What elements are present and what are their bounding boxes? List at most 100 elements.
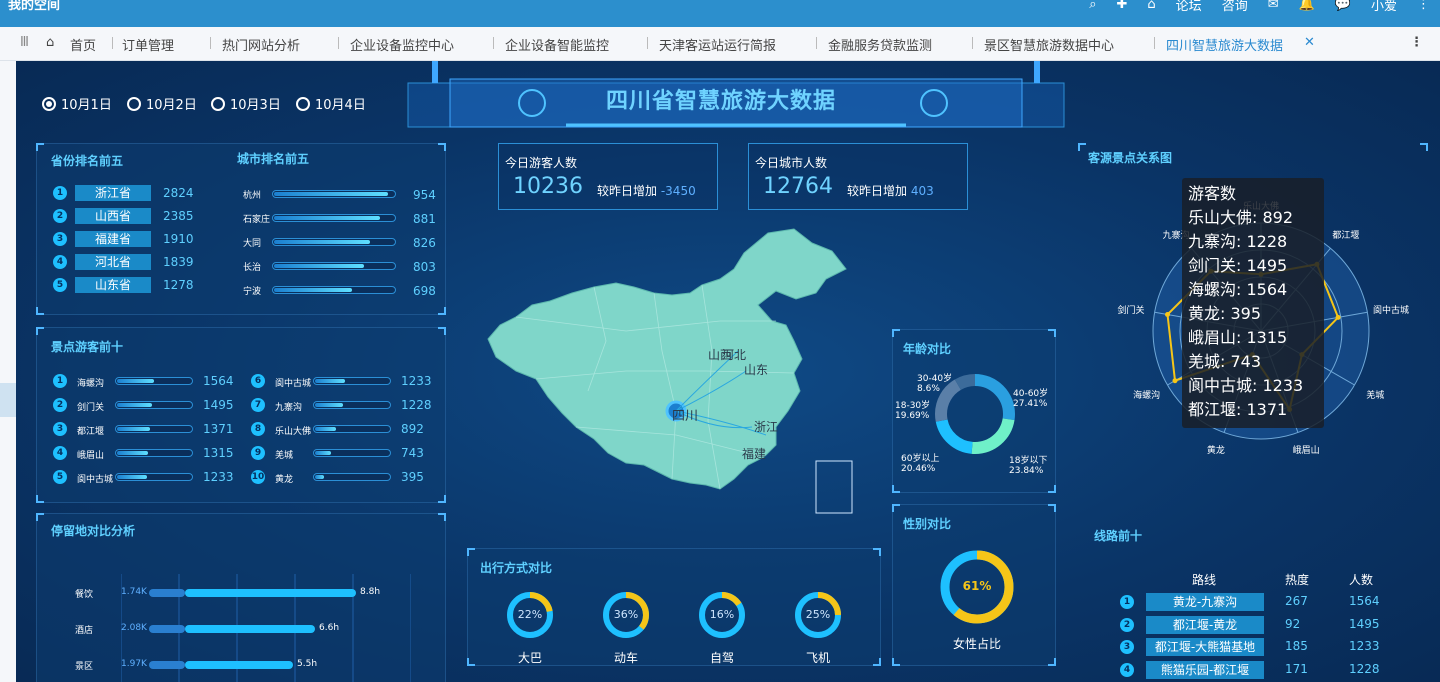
spot-value: 743 [401,446,424,460]
home-tab-icon[interactable]: ⌂ [46,35,54,50]
tab-sichuan[interactable]: 四川智慧旅游大数据 [1166,35,1283,54]
consult-link[interactable]: 咨询 [1222,0,1248,14]
user-name[interactable]: 小爱 [1371,0,1397,14]
spots-panel: 景点游客前十 1 海螺沟 1564 2 剑门关 1495 3 都江堰 1371 4 峨眉山 1315 5… [36,327,446,503]
spot-bar-fill [117,451,148,455]
province-name[interactable]: 山东省 [75,277,151,293]
spot-bar-fill [315,475,324,479]
city-name: 长治 [243,263,262,273]
home-icon[interactable]: ⌂ [1147,0,1155,12]
top-bar: 我的空间 ⌕ ✚ ⌂ 论坛 咨询 ✉ 🔔 💬 小爱 ⋮ [0,0,1440,27]
spot-name: 乐山大佛 [275,427,312,437]
city-bar-fill [274,288,352,292]
tab-hot-sites[interactable]: 热门网站分析 [222,35,300,54]
province-value: 1910 [163,232,194,246]
spot-value: 1233 [401,374,432,388]
more-tabs-icon[interactable]: ⋮ [1410,35,1423,50]
spot-bar-fill [117,403,152,407]
forum-link[interactable]: 论坛 [1176,0,1202,14]
stay-count: 1.97K [121,659,147,669]
radar-axis-label: 峨眉山 [1292,446,1320,457]
province-value: 2385 [163,209,194,223]
city-name: 石家庄 [243,215,271,225]
city-bar-track [272,286,396,294]
rank-badge: 5 [53,470,67,484]
stay-category: 餐饮 [75,590,94,600]
province-name[interactable]: 山西省 [75,208,151,224]
date-radio-4[interactable]: 10月4日 [296,94,366,113]
spot-name: 都江堰 [77,427,105,437]
rank-panel: 省份排名前五 城市排名前五 1 浙江省 2824 2 山西省 2385 3 福建省 1910 4 河… [36,143,446,315]
stay-count: 2.08K [121,623,147,633]
date-radio-3[interactable]: 10月3日 [211,94,281,113]
map-label-zhejiang: 浙江 [754,420,779,434]
city-bar-track [272,190,396,198]
province-value: 1839 [163,255,194,269]
kpi-delta-value: -3450 [660,184,696,198]
route-count: 1233 [1349,639,1380,653]
search-icon[interactable]: ⌕ [1089,0,1096,12]
tooltip-line: 剑门关: 1495 [1188,256,1288,275]
tab-device-smart[interactable]: 企业设备智能监控 [505,35,609,54]
map-label-fujian: 福建 [742,447,767,461]
plus-icon[interactable]: ✚ [1117,0,1128,12]
radar-point [1335,314,1341,320]
route-heat: 92 [1285,616,1301,631]
tab-scenic[interactable]: 景区智慧旅游数据中心 [984,35,1114,54]
rank-badge: 3 [1120,640,1134,654]
close-icon[interactable]: ✕ [1304,35,1315,50]
tab-home[interactable]: 首页 [70,35,96,54]
city-value: 881 [413,212,436,226]
spot-name: 海螺沟 [77,379,105,389]
kpi-title: 今日游客人数 [505,156,578,170]
kpi-city: 今日城市人数 12764 较昨日增加 403 [748,143,968,210]
map-shape[interactable] [487,228,847,490]
date-label: 10月4日 [315,98,366,113]
stay-bar-base [149,625,185,633]
city-rank-title: 城市排名前五 [237,152,310,166]
province-name[interactable]: 福建省 [75,231,151,247]
tab-device-monitor[interactable]: 企业设备监控中心 [350,35,454,54]
spot-value: 395 [401,470,424,484]
province-name[interactable]: 河北省 [75,254,151,270]
rank-badge: 2 [53,209,67,223]
rank-badge: 7 [251,398,265,412]
tooltip-line: 乐山大佛: 892 [1188,208,1294,227]
spot-bar-track [313,377,391,385]
spot-name: 九寨沟 [275,403,303,413]
kpi-value: 10236 [513,174,583,199]
mail-icon[interactable]: ✉ [1268,0,1279,12]
tab-tianjin[interactable]: 天津客运站运行简报 [659,35,776,54]
route-name[interactable]: 熊猫乐园-都江堰 [1146,660,1264,679]
rank-badge: 6 [251,374,265,388]
province-name[interactable]: 浙江省 [75,185,151,201]
left-strip-marker[interactable] [0,383,16,417]
menu-icon[interactable]: Ⅲ [20,35,29,50]
spot-bar-track [313,401,391,409]
bell-icon[interactable]: 🔔 [1299,0,1315,12]
tooltip-line: 九寨沟: 1228 [1188,232,1288,251]
city-value: 698 [413,284,436,298]
date-radio-2[interactable]: 10月2日 [127,94,197,113]
route-name[interactable]: 都江堰-大熊猫基地 [1146,638,1264,656]
tooltip-line: 羌城: 743 [1188,352,1262,371]
date-label: 10月1日 [61,98,112,113]
tab-finance[interactable]: 金融服务贷款监测 [828,35,932,54]
kpi-delta-label: 较昨日增加 [847,184,908,198]
chat-icon[interactable]: 💬 [1335,0,1351,12]
tooltip-line: 海螺沟: 1564 [1188,280,1288,299]
spot-bar-track [115,449,193,457]
city-value: 826 [413,236,436,250]
city-bar-track [272,214,396,222]
tab-divider [647,37,648,49]
spot-bar-fill [315,403,343,407]
tab-orders[interactable]: 订单管理 [122,35,174,54]
space-title[interactable]: 我的空间 [8,0,60,13]
more-icon[interactable]: ⋮ [1417,0,1430,12]
travel-mode: 自驾 [709,651,734,665]
route-name[interactable]: 都江堰-黄龙 [1146,615,1264,634]
china-map[interactable] [476,221,896,551]
route-name[interactable]: 黄龙-九寨沟 [1146,593,1264,611]
travel-mode: 动车 [613,651,638,665]
date-radio-1[interactable]: 10月1日 [42,94,112,113]
